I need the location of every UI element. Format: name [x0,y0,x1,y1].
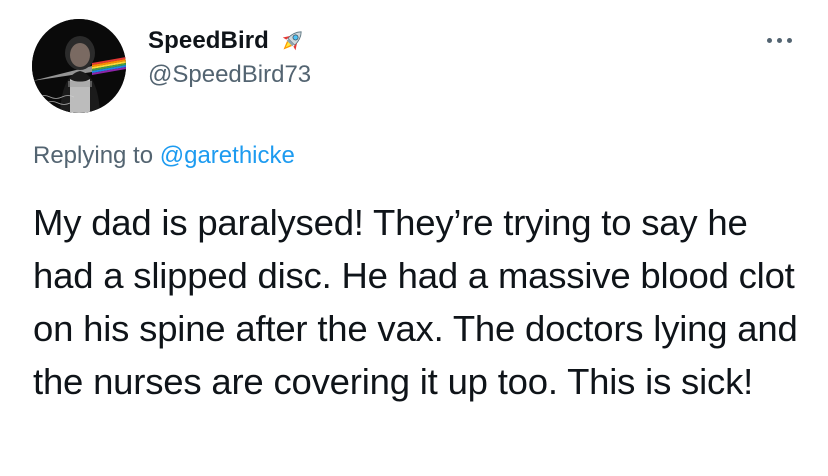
rocket-icon [277,26,307,56]
user-name-row: SpeedBird [148,24,307,58]
display-name[interactable]: SpeedBird [148,27,269,55]
replying-to: Replying to @garethicke [33,142,295,170]
avatar[interactable] [32,19,126,113]
reply-mention-link[interactable]: @garethicke [160,142,295,169]
user-handle[interactable]: @SpeedBird73 [148,61,311,89]
more-horizontal-icon-dot [776,37,782,43]
more-options-button[interactable] [762,30,796,50]
tweet-text: My dad is paralysed! They’re trying to s… [33,202,798,402]
replying-to-label: Replying to [33,142,160,169]
tweet: SpeedBird @SpeedBird73 Replying to @gare [0,0,828,476]
more-horizontal-icon-dot [786,37,792,43]
avatar-image [32,19,126,113]
more-horizontal-icon [766,37,772,43]
